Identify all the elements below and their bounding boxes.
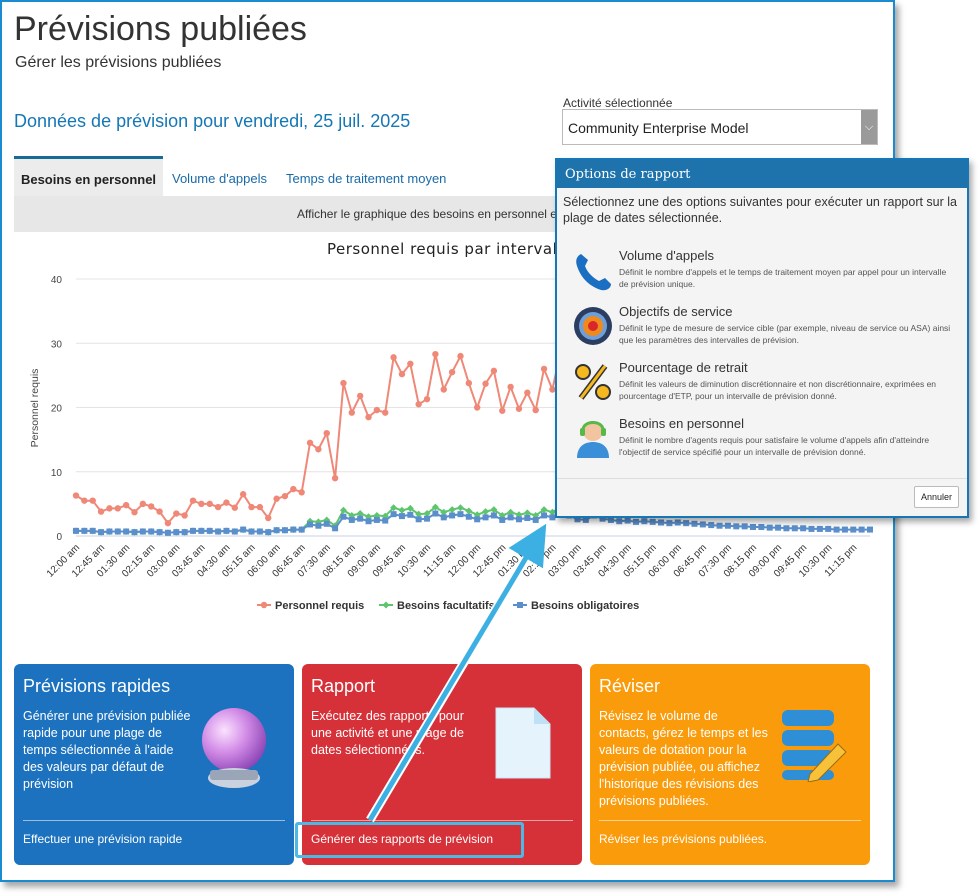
option-title: Pourcentage de retrait — [619, 360, 748, 375]
headset-agent-icon — [577, 421, 609, 458]
cancel-button[interactable]: Annuler — [913, 486, 959, 508]
option-description: Définit les valeurs de diminution discré… — [619, 379, 937, 401]
phone-icon — [576, 254, 611, 291]
option-title: Volume d'appels — [619, 248, 714, 263]
option-description: Définit le nombre d'agents requis pour s… — [619, 435, 930, 457]
option-description: Définit le type de mesure de service cib… — [619, 323, 951, 345]
option-service-goals[interactable]: Objectifs de service Définit le type de … — [571, 304, 956, 354]
option-description: Définit le nombre d'appels et le temps d… — [619, 267, 947, 289]
dialog-title: Options de rapport — [557, 160, 967, 188]
option-staffing[interactable]: Besoins en personnel Définit le nombre d… — [571, 416, 956, 466]
percent-icon — [575, 364, 611, 400]
option-title: Besoins en personnel — [619, 416, 745, 431]
report-options-dialog: Options de rapport Sélectionnez une des … — [555, 158, 969, 518]
option-title: Objectifs de service — [619, 304, 733, 319]
dialog-intro: Sélectionnez une des options suivantes p… — [563, 195, 957, 225]
option-shrinkage[interactable]: Pourcentage de retrait Définit les valeu… — [571, 360, 956, 410]
option-call-volume[interactable]: Volume d'appels Définit le nombre d'appe… — [571, 248, 956, 298]
dialog-footer-separator — [557, 478, 967, 479]
target-icon — [574, 307, 612, 345]
